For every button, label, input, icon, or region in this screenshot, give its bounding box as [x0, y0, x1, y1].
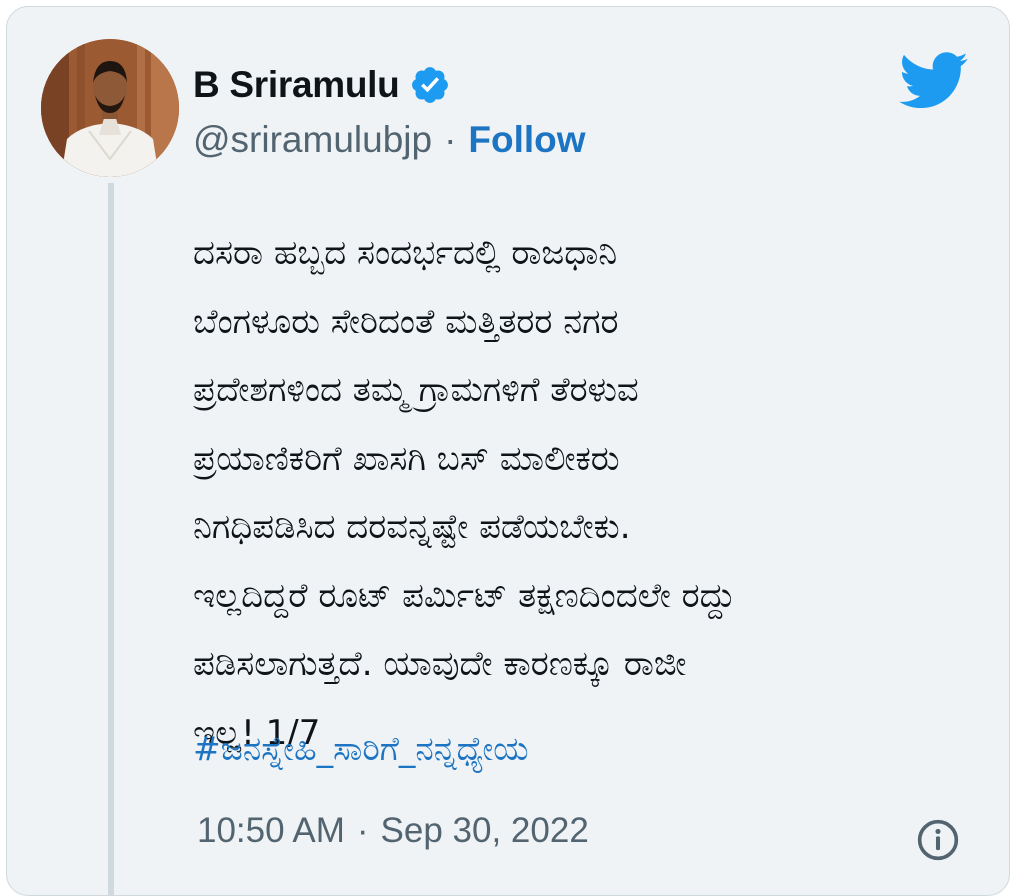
tweet-card[interactable]: B Sriramulu @sriramulubjp · Follow ದಸರಾ …: [6, 6, 1010, 896]
timestamp-separator: ·: [356, 811, 369, 850]
tweet-timestamp[interactable]: 10:50 AM · Sep 30, 2022: [197, 811, 589, 851]
tweet-date: Sep 30, 2022: [380, 811, 589, 850]
name-row: B Sriramulu: [193, 61, 451, 109]
thread-line: [108, 183, 114, 895]
user-handle[interactable]: @sriramulubjp: [193, 119, 432, 161]
avatar-image: [41, 39, 179, 177]
tweet-text: ದಸರಾ ಹಬ್ಬದ ಸಂದರ್ಭದಲ್ಲಿ ರಾಜಧಾನಿ ಬೆಂಗಳೂರು …: [193, 233, 736, 753]
twitter-bird-icon[interactable]: [899, 52, 969, 110]
display-name[interactable]: B Sriramulu: [193, 64, 400, 106]
info-icon[interactable]: [916, 818, 960, 862]
follow-button[interactable]: Follow: [468, 119, 585, 161]
tweet-time: 10:50 AM: [197, 811, 345, 850]
handle-separator: ·: [444, 119, 457, 160]
avatar[interactable]: [41, 39, 179, 177]
verified-badge-icon: [409, 64, 451, 106]
hashtag-link[interactable]: #ಜನಸ್ನೇಹಿ_ಸಾರಿಗೆ_ನನ್ನಧ್ಯೇಯ: [193, 729, 529, 769]
handle-row: @sriramulubjp · Follow: [193, 115, 586, 165]
